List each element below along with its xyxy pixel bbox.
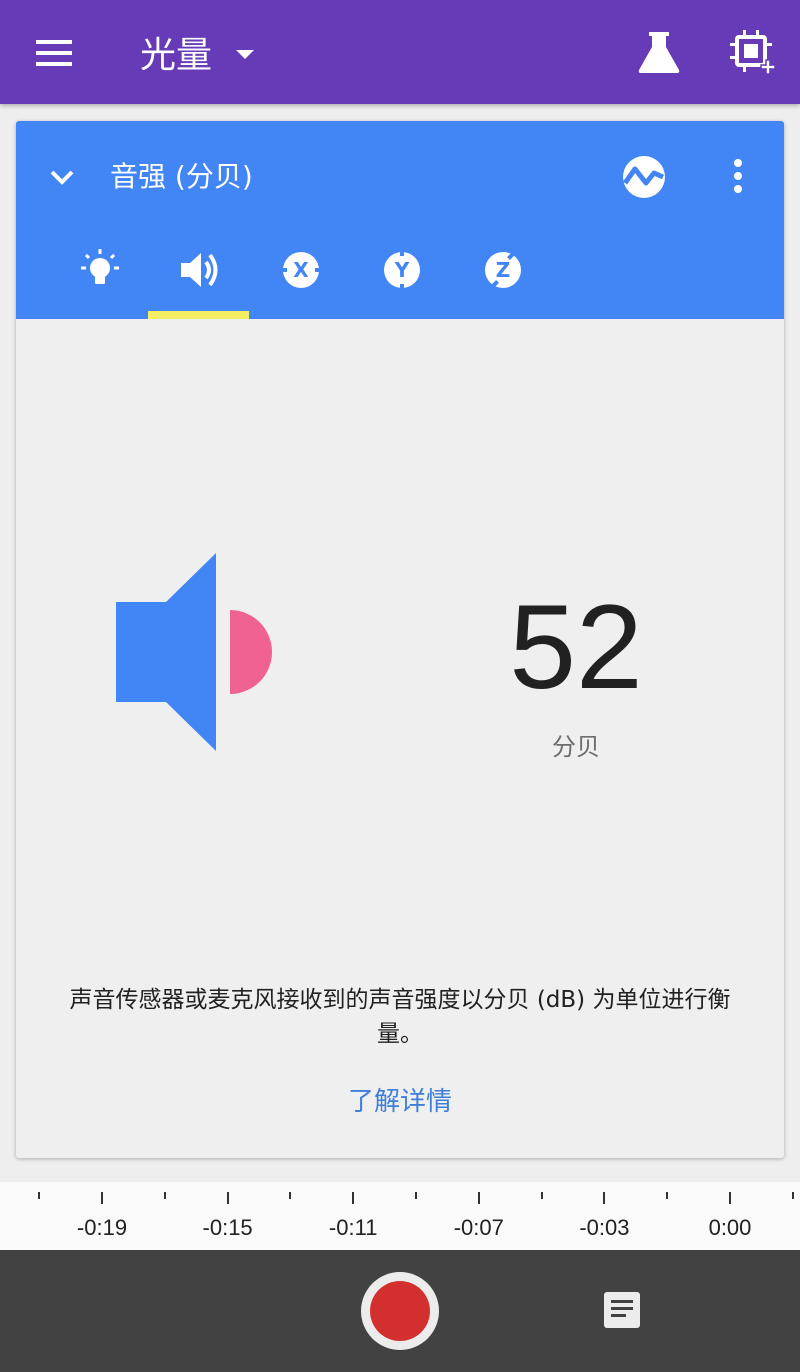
learn-more-link[interactable]: 了解详情 <box>300 1081 500 1118</box>
x-axis-icon: X <box>279 252 323 288</box>
sensor-card-title: 音强 (分贝) <box>110 160 253 193</box>
menu-button[interactable] <box>30 30 80 74</box>
tab-z[interactable]: Z <box>452 233 552 319</box>
timeline-tick <box>540 1192 543 1199</box>
timeline-label: -0:15 <box>202 1215 253 1240</box>
flask-icon <box>638 32 680 73</box>
sensor-selector[interactable]: 光量 <box>140 24 255 80</box>
tab-x[interactable]: X <box>250 233 350 319</box>
timeline-label: -0:07 <box>453 1215 504 1240</box>
timeline-tick <box>101 1192 103 1204</box>
sound-wave-shape <box>230 610 272 694</box>
timeline-label: -0:03 <box>579 1215 630 1240</box>
tab-light[interactable] <box>49 233 149 319</box>
timeline-label: -0:19 <box>76 1215 128 1240</box>
timeline-tick <box>352 1192 355 1204</box>
selected-tab-indicator <box>148 311 249 319</box>
app-bar: 光量 <box>0 0 800 104</box>
z-axis-label: Z <box>496 258 511 282</box>
y-axis-label: Y <box>394 258 410 282</box>
tab-y[interactable]: Y <box>351 233 451 319</box>
sensor-card: 音强 (分贝) X Y Z 52 分贝 声音传感器或麦克风接收到的声音强度以分贝… <box>16 121 784 1158</box>
timeline-label: 0:00 <box>708 1215 752 1240</box>
timeline-tick <box>477 1192 480 1204</box>
sensor-description: 声音传感器或麦克风接收到的声音强度以分贝 (dB) 为单位进行衡量。 <box>69 987 731 1047</box>
z-axis-icon: Z <box>485 250 521 290</box>
speaker-shape <box>116 553 216 751</box>
collapse-button[interactable] <box>44 159 80 195</box>
record-button[interactable] <box>361 1272 439 1350</box>
lightbulb-icon <box>81 249 119 284</box>
timeline-tick <box>289 1192 292 1199</box>
reading-unit: 分贝 <box>552 733 600 761</box>
volume-icon <box>181 253 218 287</box>
timeline-tick <box>603 1192 606 1204</box>
chevron-down-icon <box>50 170 74 185</box>
notes-button[interactable] <box>602 1292 644 1332</box>
menu-icon <box>36 40 72 66</box>
notes-icon <box>604 1292 640 1328</box>
more-options-button[interactable] <box>722 155 754 199</box>
sensor-card-header: 音强 (分贝) X Y Z <box>16 121 784 319</box>
graph-icon <box>622 156 665 198</box>
timeline-tick <box>666 1192 669 1199</box>
timeline-tick <box>729 1192 731 1204</box>
add-sensor-icon <box>730 30 776 75</box>
x-axis-label: X <box>293 258 309 282</box>
timeline-tick <box>163 1192 166 1199</box>
record-icon <box>370 1281 430 1341</box>
timeline-tick <box>415 1192 417 1199</box>
timeline-tick <box>226 1192 229 1204</box>
timeline-label: -0:11 <box>328 1215 378 1240</box>
timeline-tick <box>38 1192 41 1199</box>
y-axis-icon: Y <box>384 248 420 292</box>
timeline-axis[interactable]: -0:19 -0:15 -0:11 -0:07 -0:03 0:00 <box>0 1182 800 1250</box>
more-vert-icon <box>734 159 742 193</box>
timeline-tick <box>791 1192 794 1199</box>
experiments-button[interactable] <box>636 28 682 76</box>
sound-level-reading: 52 <box>509 580 643 714</box>
dropdown-caret-icon <box>236 49 255 59</box>
add-sensor-button[interactable] <box>728 28 778 78</box>
tab-sound[interactable] <box>149 233 249 319</box>
graph-button[interactable] <box>620 153 668 201</box>
app-title: 光量 <box>140 35 213 76</box>
bottom-bar <box>0 1250 800 1372</box>
speaker-graphic <box>116 553 272 751</box>
